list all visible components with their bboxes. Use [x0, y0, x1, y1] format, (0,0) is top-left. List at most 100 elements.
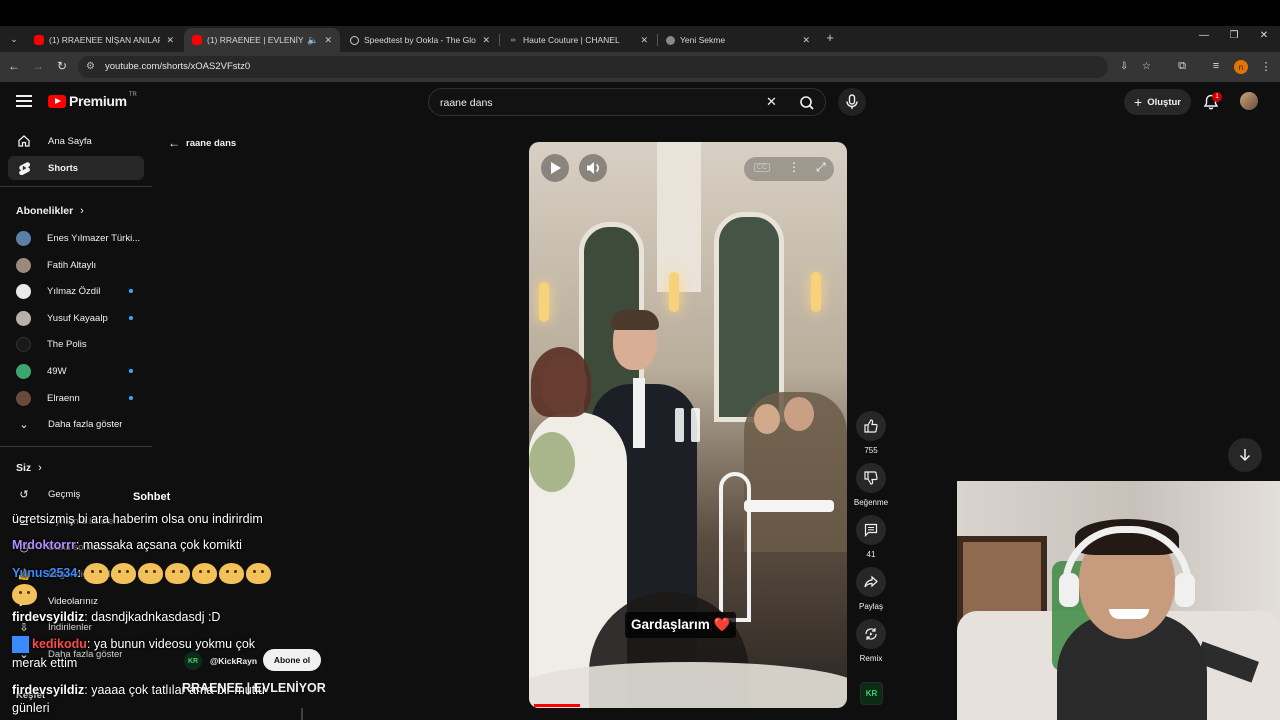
window-close-icon[interactable]: ✕ — [1254, 30, 1274, 41]
sidebar-subscription[interactable]: The Polis — [8, 332, 144, 356]
sidebar-show-more[interactable]: ⌄ Daha fazla göster — [8, 412, 144, 436]
remix-button[interactable] — [856, 619, 886, 649]
close-icon[interactable]: ✕ — [482, 35, 490, 46]
chat-message: firdevsyildiz: dasndjkadnkasdasdj :D — [12, 609, 220, 626]
closed-captions-icon[interactable]: CC — [754, 163, 771, 172]
profile-avatar[interactable]: n — [1234, 60, 1248, 74]
thumbs-down-icon — [864, 471, 878, 485]
comments-button[interactable] — [856, 515, 886, 545]
search-box[interactable]: raane dans ✕ — [428, 88, 826, 116]
menu-icon[interactable] — [16, 95, 32, 107]
sidebar-subscription[interactable]: Yılmaz Özdil — [8, 279, 144, 303]
sidebar-item-home[interactable]: Ana Sayfa — [8, 129, 144, 153]
pause-icon[interactable] — [675, 408, 701, 442]
tab-5[interactable]: Yeni Sekme ✕ — [658, 28, 818, 52]
tab-4[interactable]: ∞ Haute Couture | CHANEL ✕ — [500, 28, 656, 52]
emote-icon — [192, 563, 218, 584]
kick-badge-icon — [12, 636, 29, 654]
chat-message: ücretsizmiş bi ara haberim olsa onu indi… — [12, 511, 263, 528]
channel-avatar — [16, 390, 31, 406]
url-text[interactable]: youtube.com/shorts/xOAS2VFstz0 — [105, 61, 250, 72]
share-button[interactable] — [856, 567, 886, 597]
subscriptions-heading[interactable]: Abonelikler › — [16, 205, 84, 217]
chat-message: Yunus2534: — [12, 563, 273, 584]
back-arrow-icon[interactable]: ← — [6, 59, 22, 73]
short-title: RRAENEE | EVLENİYOR — [182, 681, 326, 695]
sidebar-subscription[interactable]: Fatih Altaylı — [8, 253, 144, 277]
scroll-indicator — [301, 708, 303, 720]
chat-text: : ya bunun videosu yokmu çok — [86, 637, 256, 651]
sound-thumbnail[interactable]: KR — [860, 682, 883, 705]
close-icon[interactable]: ✕ — [166, 35, 174, 46]
sidebar-subscription[interactable]: Elraenn — [8, 386, 144, 410]
search-input[interactable]: raane dans — [440, 97, 493, 109]
account-avatar[interactable] — [1240, 92, 1258, 110]
search-icon[interactable] — [792, 93, 824, 113]
new-tab-button[interactable]: + — [822, 30, 838, 45]
sidebar-item-shorts[interactable]: Shorts — [8, 156, 144, 180]
subscriptions-heading-label: Abonelikler — [16, 205, 74, 217]
install-app-icon[interactable]: ⇩ — [1120, 61, 1128, 72]
microphone-icon[interactable] — [838, 88, 866, 116]
thumbs-up-icon — [864, 419, 878, 433]
tab-1[interactable]: (1) RRAENEE NİŞAN ANILARINI ✕ — [26, 28, 182, 52]
site-info-icon[interactable]: ⚙ — [86, 61, 95, 72]
close-icon[interactable]: ✕ — [802, 35, 810, 46]
clear-search-icon[interactable]: ✕ — [766, 94, 777, 110]
play-icon[interactable] — [541, 154, 569, 182]
create-button[interactable]: + Oluştur — [1124, 89, 1191, 115]
sidebar-subscription[interactable]: Yusuf Kayaalp — [8, 306, 144, 330]
tab-search-button[interactable]: ⌄ — [5, 30, 23, 48]
logo-region: TR — [128, 92, 137, 98]
chat-username: kedikodu — [32, 637, 87, 651]
webcam-overlay — [957, 481, 1280, 720]
dislike-button[interactable] — [856, 463, 886, 493]
you-heading[interactable]: Siz › — [16, 462, 42, 474]
channel-name: Yılmaz Özdil — [47, 285, 101, 297]
volume-icon[interactable] — [579, 154, 607, 182]
back-to-search[interactable]: ← raane dans — [168, 136, 236, 150]
share-label: Paylaş — [858, 602, 883, 611]
tab-title: Speedtest by Ookla - The Global — [364, 35, 477, 45]
like-button[interactable] — [856, 411, 886, 441]
tab-2-active[interactable]: (1) RRAENEE | EVLENİYOR 🔈 ✕ — [184, 28, 340, 52]
create-label: Oluştur — [1147, 96, 1181, 108]
channel-avatar[interactable]: KR — [184, 652, 202, 670]
home-icon — [16, 134, 32, 148]
back-arrow-icon: ← — [168, 136, 180, 150]
chat-username: Mrdoktorrr — [12, 538, 76, 552]
chat-text: : massaka açsana çok komikti — [75, 538, 242, 552]
extensions-icon[interactable]: ⧉ — [1174, 60, 1190, 73]
omnibox[interactable]: ⚙ youtube.com/shorts/xOAS2VFstz0 ⇩ ☆ — [78, 56, 1151, 78]
like-count: 755 — [864, 446, 878, 455]
close-icon[interactable]: ✕ — [640, 35, 648, 46]
menu-dots-icon[interactable]: ⋮ — [1258, 60, 1274, 73]
channel-avatar — [16, 363, 31, 379]
chrome-icon — [666, 35, 675, 45]
youtube-premium-logo[interactable]: Premium TR — [48, 92, 137, 109]
minimize-icon[interactable]: — — [1194, 30, 1214, 41]
sidebar-subscription[interactable]: Enes Yılmazer Türki... — [8, 226, 144, 250]
speaker-icon[interactable]: 🔈 — [307, 35, 318, 46]
reload-icon[interactable]: ↻ — [54, 59, 70, 73]
fullscreen-icon[interactable]: ⤢ — [816, 160, 826, 175]
channel-handle[interactable]: @KickRayn — [210, 656, 257, 666]
next-short-button[interactable] — [1228, 438, 1262, 472]
channel-avatar — [16, 257, 31, 273]
tab-3[interactable]: Speedtest by Ookla - The Global ✕ — [342, 28, 498, 52]
more-options-icon[interactable]: ⋮ — [788, 160, 800, 174]
bookmark-star-icon[interactable]: ☆ — [1142, 61, 1151, 72]
restore-icon[interactable]: ❐ — [1224, 30, 1244, 41]
forward-arrow-icon[interactable]: → — [30, 59, 46, 73]
tab-bar: ⌄ (1) RRAENEE NİŞAN ANILARINI ✕ (1) RRAE… — [0, 26, 1280, 52]
video-progress-bar[interactable] — [534, 704, 580, 707]
media-control-icon[interactable]: ≡ — [1208, 60, 1224, 72]
chat-text: günleri — [12, 701, 50, 715]
subscribe-button[interactable]: Abone ol — [263, 649, 321, 671]
sidebar-subscription[interactable]: 49W — [8, 359, 144, 383]
sidebar-item-label: Geçmiş — [48, 488, 81, 500]
emote-icon — [138, 563, 164, 584]
sidebar-item-history[interactable]: ↺ Geçmiş — [8, 482, 144, 506]
close-icon[interactable]: ✕ — [324, 35, 332, 46]
short-video-player[interactable]: CC ⋮ ⤢ Gardaşlarım ❤️ — [529, 142, 847, 708]
